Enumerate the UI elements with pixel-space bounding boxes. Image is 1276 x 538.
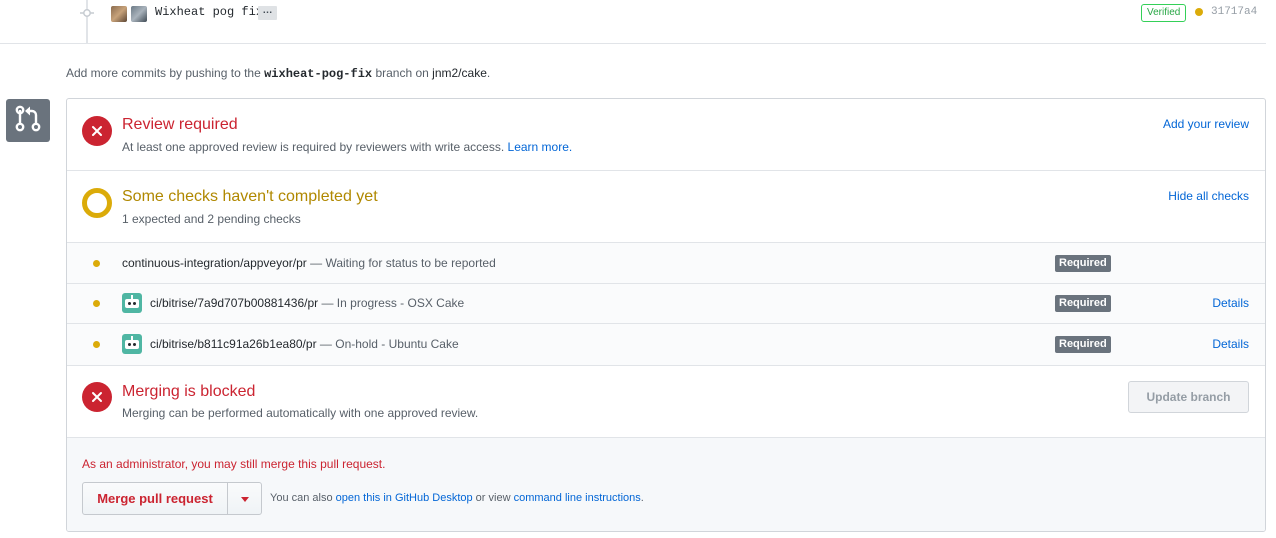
check-row: ci/bitrise/7a9d707b00881436/pr — In prog… — [67, 283, 1265, 324]
check-details-link[interactable]: Details — [1212, 296, 1249, 310]
admin-merge-section: As an administrator, you may still merge… — [67, 438, 1265, 531]
check-details-link[interactable]: Details — [1212, 337, 1249, 351]
review-required-title: Review required — [122, 116, 238, 133]
git-pull-request-icon — [6, 99, 50, 142]
learn-more-link[interactable]: Learn more. — [508, 140, 573, 154]
merging-blocked-subtitle: Merging can be performed automatically w… — [122, 406, 479, 420]
required-badge: Required — [1055, 255, 1111, 272]
admin-note: As an administrator, you may still merge… — [82, 457, 386, 471]
check-description: ci/bitrise/b811c91a26b1ea80/pr — On-hold… — [150, 337, 459, 351]
checks-title: Some checks haven't completed yet — [122, 188, 378, 205]
check-description: ci/bitrise/7a9d707b00881436/pr — In prog… — [150, 296, 465, 310]
commit-icon — [80, 9, 94, 17]
caret-down-icon — [241, 497, 249, 502]
commit-status-pending-icon[interactable] — [1195, 8, 1203, 16]
pending-dot-icon — [93, 260, 100, 267]
merge-status-box: Review required At least one approved re… — [66, 98, 1266, 532]
x-circle-icon — [82, 382, 112, 412]
repo-name: jnm2/cake — [432, 66, 487, 80]
command-line-instructions-link[interactable]: command line instructions — [514, 492, 641, 504]
check-row: ci/bitrise/b811c91a26b1ea80/pr — On-hold… — [67, 324, 1265, 365]
check-description: continuous-integration/appveyor/pr — Wai… — [122, 256, 496, 270]
merge-pull-request-button[interactable]: Merge pull request — [82, 482, 228, 515]
check-name: ci/bitrise/b811c91a26b1ea80/pr — [150, 337, 317, 351]
push-hint: Add more commits by pushing to the wixhe… — [66, 66, 491, 81]
author-avatar[interactable] — [111, 6, 127, 22]
pending-dot-icon — [93, 300, 100, 307]
checks-section: Some checks haven't completed yet 1 expe… — [67, 171, 1265, 243]
checks-subtitle: 1 expected and 2 pending checks — [122, 212, 301, 226]
merging-blocked-title: Merging is blocked — [122, 383, 256, 400]
update-branch-button[interactable]: Update branch — [1128, 381, 1249, 413]
hide-all-checks-link[interactable]: Hide all checks — [1168, 189, 1249, 203]
add-your-review-link[interactable]: Add your review — [1163, 117, 1249, 131]
bitrise-bot-icon — [122, 334, 142, 354]
pending-ring-icon — [82, 188, 112, 218]
checks-list: continuous-integration/appveyor/pr — Wai… — [67, 243, 1265, 366]
bitrise-bot-icon — [122, 293, 142, 313]
commit-message-link[interactable]: Wixheat pog fix — [155, 5, 263, 19]
alternative-merge-text: You can also open this in GitHub Desktop… — [270, 492, 644, 504]
review-required-subtitle: At least one approved review is required… — [122, 140, 573, 154]
github-desktop-link[interactable]: open this in GitHub Desktop — [336, 492, 473, 504]
commit-expand-button[interactable]: … — [258, 6, 277, 20]
required-badge: Required — [1055, 295, 1111, 312]
check-name: ci/bitrise/7a9d707b00881436/pr — [150, 296, 319, 310]
review-required-section: Review required At least one approved re… — [67, 99, 1265, 171]
committer-avatar[interactable] — [131, 6, 147, 22]
pending-dot-icon — [93, 341, 100, 348]
x-circle-icon — [82, 116, 112, 146]
required-badge: Required — [1055, 336, 1111, 353]
branch-name: wixheat-pog-fix — [264, 67, 373, 81]
merge-method-dropdown[interactable] — [227, 482, 262, 515]
verified-badge[interactable]: Verified — [1141, 4, 1187, 22]
check-row: continuous-integration/appveyor/pr — Wai… — [67, 243, 1265, 284]
commit-row: Wixheat pog fix … Verified 31717a4 — [0, 0, 1266, 44]
check-name: continuous-integration/appveyor/pr — [122, 256, 307, 270]
commit-sha-link[interactable]: 31717a4 — [1211, 6, 1257, 18]
merging-blocked-section: Merging is blocked Merging can be perfor… — [67, 366, 1265, 438]
